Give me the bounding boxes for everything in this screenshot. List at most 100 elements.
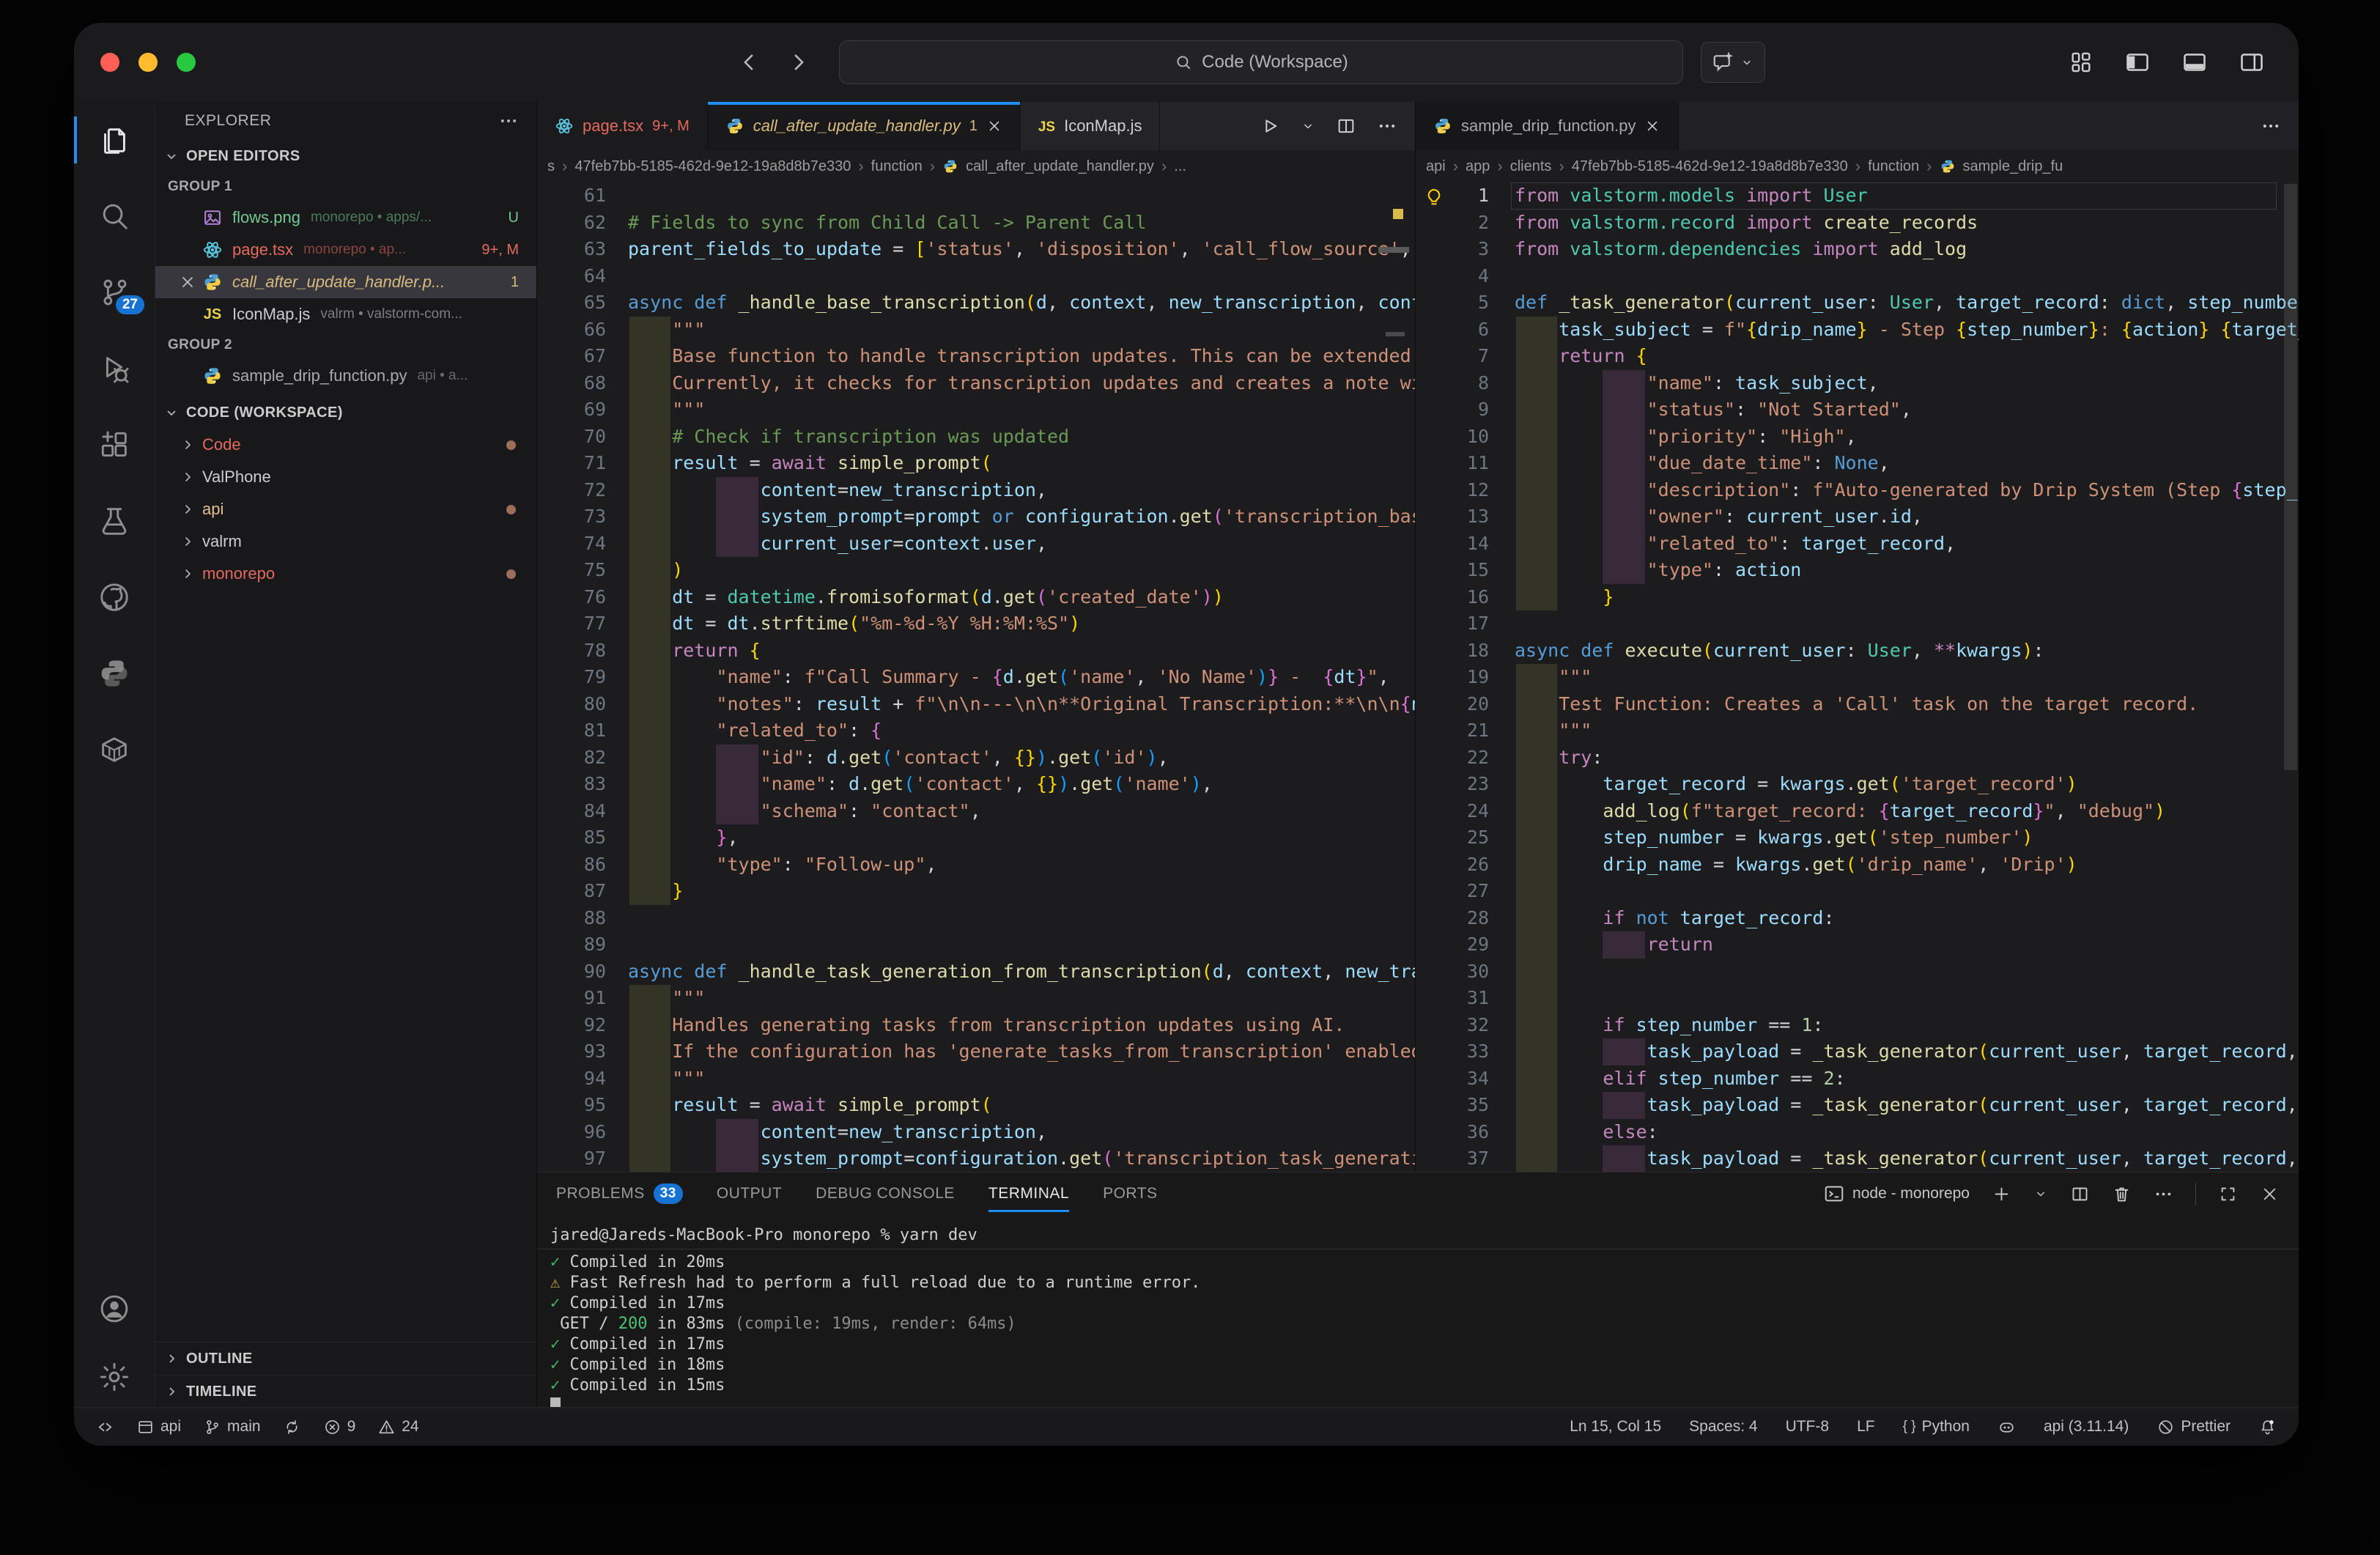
more-icon[interactable] (2261, 116, 2281, 136)
toggle-sidebar-right-icon[interactable] (2239, 49, 2265, 75)
timeline-header[interactable]: TIMELINE (155, 1375, 536, 1408)
terminal-output[interactable]: jared@Jareds-MacBook-Pro monorepo % yarn… (537, 1215, 2299, 1408)
sidebar-folder-monorepo[interactable]: monorepo (155, 558, 536, 590)
editor-tab-sample_drip_function.py[interactable]: sample_drip_function.py (1416, 102, 1679, 150)
panel-trash-icon[interactable] (2112, 1184, 2132, 1204)
panel-tab-output[interactable]: OUTPUT (717, 1172, 782, 1215)
panel-plus-icon[interactable] (1992, 1184, 2011, 1204)
close-editor-icon[interactable] (174, 273, 200, 291)
activity-docker[interactable] (74, 716, 155, 783)
status-remote[interactable] (96, 1418, 114, 1436)
panel-tab-ports[interactable]: PORTS (1103, 1172, 1157, 1215)
panel-tab-problems[interactable]: PROBLEMS33 (556, 1172, 683, 1215)
code-text: def _task_generator(current_user: User, … (1489, 289, 2299, 317)
panel-chevron-down-icon[interactable] (2033, 1186, 2048, 1201)
code-editor[interactable]: 6162# Fields to sync from Child Call -> … (537, 182, 1415, 1172)
navigate-forward-button[interactable] (785, 50, 810, 75)
code-line-23: 23 target_record = kwargs.get('target_re… (1416, 771, 2299, 798)
sidebar-folder-valphone[interactable]: ValPhone (155, 461, 536, 493)
more-actions-icon[interactable] (498, 111, 519, 131)
status-sync[interactable] (283, 1418, 301, 1436)
zoom-window-button[interactable] (177, 53, 196, 72)
status-api[interactable]: api (136, 1418, 181, 1436)
editor-scrollbar[interactable] (2284, 184, 2297, 770)
status-ln-15-col-15[interactable]: Ln 15, Col 15 (1570, 1418, 1661, 1436)
breadcrumb-item[interactable]: sample_drip_fu (1963, 158, 2063, 175)
status-utf-8[interactable]: UTF-8 (1786, 1418, 1830, 1436)
open-editor-item[interactable]: call_after_update_handler.p...1 (155, 266, 536, 298)
outline-header[interactable]: OUTLINE (155, 1342, 536, 1375)
close-window-button[interactable] (100, 53, 119, 72)
copilot-chat-button[interactable] (1701, 42, 1765, 83)
sidebar-folder-valrm[interactable]: valrm (155, 525, 536, 558)
command-center-search[interactable]: Code (Workspace) (839, 40, 1683, 84)
split-editor-icon[interactable] (1336, 116, 1356, 136)
activity-extensions[interactable] (74, 411, 155, 479)
open-editor-item[interactable]: JSIconMap.jsvalrm • valstorm-com... (155, 298, 536, 330)
panel-tab-debug-console[interactable]: DEBUG CONSOLE (816, 1172, 955, 1215)
activity-settings[interactable] (74, 1343, 155, 1411)
breadcrumb[interactable]: api›app›clients›47feb7bb-5185-462d-9e12-… (1416, 150, 2299, 182)
panel-tab-terminal[interactable]: TERMINAL (988, 1172, 1069, 1215)
panel-maximize-icon[interactable] (2218, 1184, 2238, 1204)
open-editors-header[interactable]: OPEN EDITORS (155, 140, 536, 172)
status-prettier[interactable]: Prettier (2157, 1418, 2231, 1436)
close-tab-icon[interactable] (1644, 118, 1660, 134)
status-24[interactable]: 24 (377, 1418, 418, 1436)
status-python[interactable]: { }Python (1903, 1418, 1970, 1436)
customize-layout-icon[interactable] (2069, 50, 2093, 75)
activity-search[interactable] (74, 182, 155, 250)
status-api-3-11-14-[interactable]: api (3.11.14) (2044, 1418, 2129, 1436)
breadcrumb-item[interactable]: call_after_update_handler.py (966, 158, 1154, 175)
status-copilot[interactable] (1998, 1418, 2016, 1436)
workspace-header[interactable]: CODE (WORKSPACE) (155, 396, 536, 429)
toggle-panel-icon[interactable] (2181, 49, 2208, 75)
breadcrumb-item[interactable]: ... (1174, 158, 1186, 175)
activity-testing[interactable] (74, 487, 155, 555)
run-icon[interactable] (1260, 116, 1280, 136)
file-name: call_after_update_handler.p... (232, 273, 445, 292)
activity-account[interactable] (74, 1275, 155, 1342)
line-number: 74 (537, 531, 606, 558)
editor-tab-IconMap.js[interactable]: JSIconMap.js (1021, 102, 1161, 150)
navigate-back-button[interactable] (738, 50, 763, 75)
activity-github[interactable] (74, 564, 155, 631)
close-tab-icon[interactable] (986, 118, 1002, 134)
terminal-instance-label[interactable]: node - monorepo (1823, 1183, 1970, 1205)
breadcrumb-item[interactable]: api (1426, 158, 1446, 175)
breadcrumb-item[interactable]: 47feb7bb-5185-462d-9e12-19a8d8b7e330 (1572, 158, 1848, 175)
activity-explorer[interactable] (74, 106, 155, 174)
breadcrumb-item[interactable]: app (1466, 158, 1490, 175)
status-main[interactable]: main (203, 1418, 261, 1436)
breadcrumb-item[interactable]: clients (1510, 158, 1552, 175)
breadcrumb-item[interactable]: s (547, 158, 555, 175)
status-spaces-4[interactable]: Spaces: 4 (1689, 1418, 1757, 1436)
status-bell[interactable] (2258, 1418, 2277, 1436)
status-9[interactable]: 9 (323, 1418, 356, 1436)
chevron-down-icon[interactable] (1301, 119, 1315, 133)
activity-source-control[interactable]: 27 (74, 259, 155, 326)
minimize-window-button[interactable] (138, 53, 158, 72)
breadcrumb[interactable]: s›47feb7bb-5185-462d-9e12-19a8d8b7e330›f… (537, 150, 1415, 182)
breadcrumb-item[interactable]: 47feb7bb-5185-462d-9e12-19a8d8b7e330 (574, 158, 851, 175)
open-editor-item[interactable]: flows.pngmonorepo • apps/...U (155, 202, 536, 234)
activity-run-debug[interactable] (74, 335, 155, 402)
sidebar-folder-api[interactable]: api (155, 493, 536, 525)
panel-split-editor-icon[interactable] (2070, 1184, 2090, 1204)
sidebar-folder-code[interactable]: Code (155, 429, 536, 461)
code-editor[interactable]: 1from valstorm.models import User2from v… (1416, 182, 2299, 1172)
editor-tab-call_after_update_handler.py[interactable]: call_after_update_handler.py1 (708, 102, 1021, 150)
breadcrumb-item[interactable]: function (1868, 158, 1919, 175)
panel-close-icon[interactable] (2260, 1184, 2280, 1204)
breadcrumb-item[interactable]: function (871, 158, 923, 175)
lightbulb-icon[interactable] (1423, 187, 1445, 209)
status-lf[interactable]: LF (1857, 1418, 1875, 1436)
tab-label: page.tsx (583, 117, 643, 136)
activity-python[interactable] (74, 640, 155, 707)
editor-tab-page.tsx[interactable]: page.tsx9+, M (537, 102, 708, 150)
open-editor-item[interactable]: sample_drip_function.pyapi • a... (155, 360, 536, 392)
more-icon[interactable] (1377, 116, 1397, 136)
open-editor-item[interactable]: page.tsxmonorepo • ap...9+, M (155, 234, 536, 266)
toggle-sidebar-left-icon[interactable] (2124, 49, 2151, 75)
panel-more-icon[interactable] (2154, 1184, 2173, 1204)
